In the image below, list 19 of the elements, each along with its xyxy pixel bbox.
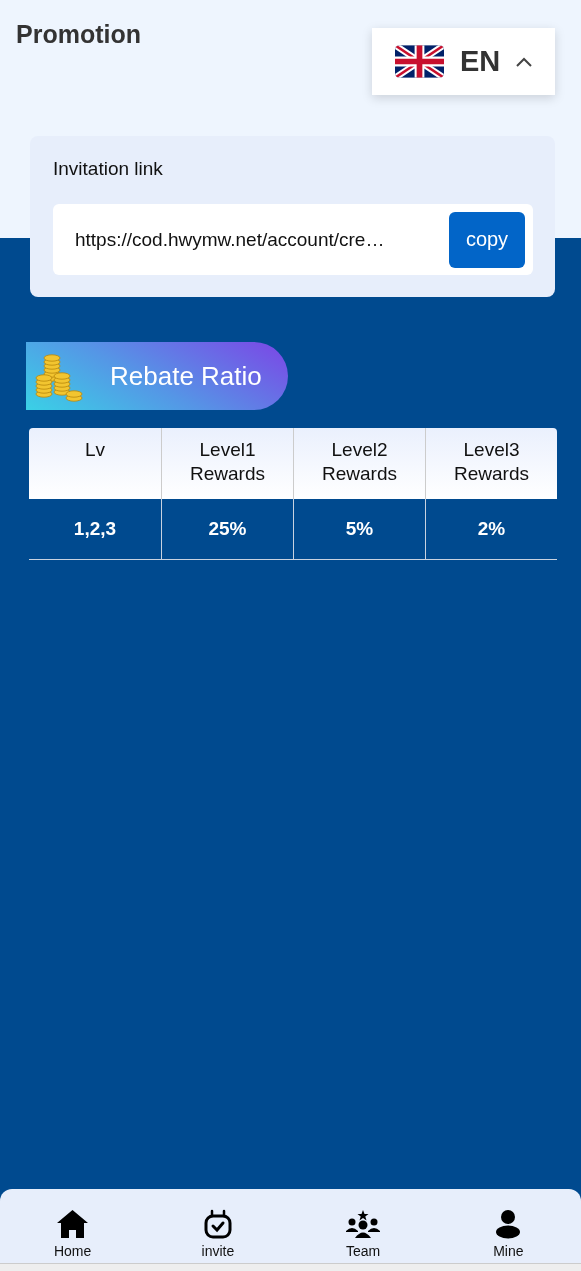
nav-item[interactable]: Mine [435,1189,581,1263]
person-icon [494,1209,523,1239]
section-title: Rebate Ratio [110,360,262,392]
column-header: Lv [29,428,161,499]
home-icon [56,1209,90,1239]
nav-item[interactable]: Home [0,1189,146,1263]
copy-button[interactable]: copy [449,211,525,268]
basket-check-icon [202,1209,233,1239]
team-icon [346,1209,381,1239]
flag-icon [395,43,444,80]
page-title: Promotion [16,20,141,49]
nav-item[interactable]: Team [290,1189,436,1263]
column-header: Level1 Rewards [161,428,293,499]
link-field[interactable]: https://cod.hwymw.net/account/cre… copy [53,204,533,275]
column-header: Level2 Rewards [293,428,425,499]
language-selector[interactable]: EN [372,28,555,95]
nav-item[interactable]: invite [145,1189,291,1263]
column-header: Level3 Rewards [425,428,557,499]
invitation-label: Invitation link [53,158,164,180]
